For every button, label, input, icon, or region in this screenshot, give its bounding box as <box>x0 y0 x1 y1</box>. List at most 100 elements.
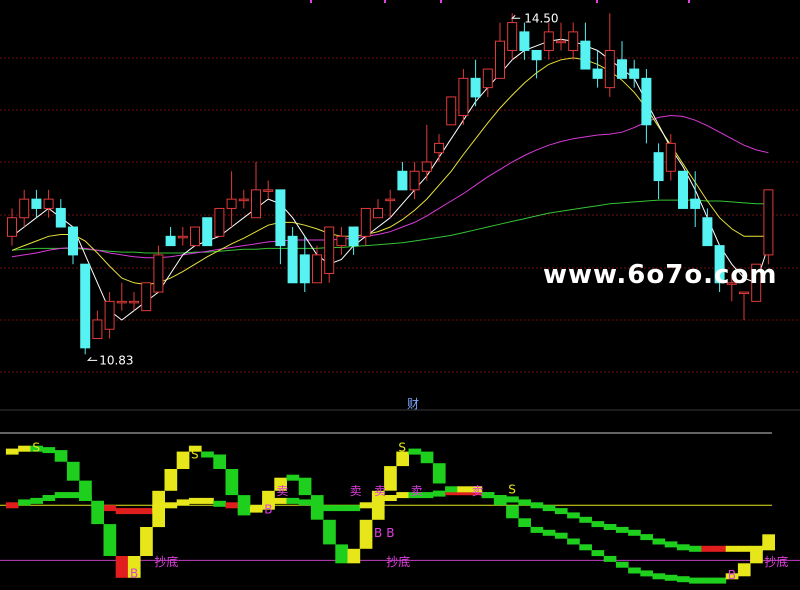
slow-line-block-49 <box>603 524 617 530</box>
candle-body-18 <box>226 198 237 209</box>
candle-body-15 <box>190 226 200 247</box>
candle-body-22 <box>275 189 286 247</box>
candle-body-48 <box>592 68 603 79</box>
slow-line-block-11 <box>140 508 153 515</box>
fast-line-block-36 <box>445 486 458 493</box>
candle-body-60 <box>739 291 749 295</box>
fast-line-block-50 <box>615 561 629 568</box>
top-tick-4 <box>688 0 690 3</box>
fast-line-block-46 <box>567 538 580 545</box>
fast-line-block-51 <box>628 567 641 574</box>
candle-body-57 <box>702 217 713 247</box>
top-tick-2 <box>440 0 442 3</box>
candle-body-8 <box>104 300 115 330</box>
signal-label-10: B <box>374 526 382 540</box>
slow-line-block-57 <box>701 545 714 552</box>
slow-line-block-41 <box>506 496 519 503</box>
candle-body-10 <box>129 300 139 304</box>
price-grid <box>0 57 800 373</box>
fast-line-block-52 <box>640 570 653 577</box>
fast-line-block-6 <box>79 480 92 501</box>
fast-line-block-43 <box>530 526 544 533</box>
candle-body-46 <box>568 31 579 51</box>
candle-body-32 <box>397 170 408 191</box>
candle-body-19 <box>238 198 249 202</box>
slow-line-block-58 <box>713 545 727 552</box>
candle-body-2 <box>31 198 42 209</box>
candle-body-17 <box>214 207 225 237</box>
candle-body-26 <box>324 226 335 274</box>
candle-body-29 <box>360 207 371 237</box>
slow-line-block-2 <box>30 497 43 504</box>
slow-line-block-53 <box>652 538 666 545</box>
slow-line-block-56 <box>689 545 702 552</box>
slow-line-block-18 <box>225 502 239 509</box>
signal-label-1: S <box>191 448 199 462</box>
slow-line-block-15 <box>188 497 202 504</box>
fast-line-block-42 <box>518 518 531 527</box>
slow-line-block-32 <box>396 492 409 499</box>
signal-label-2: S <box>398 440 406 454</box>
fast-line-block-26 <box>323 519 336 545</box>
fast-line-block-55 <box>676 576 690 583</box>
candle-body-53 <box>653 152 664 182</box>
fast-line-block-45 <box>554 532 568 539</box>
fast-line-block-12 <box>152 490 165 528</box>
signal-label-11: B <box>386 526 394 540</box>
slow-line-block-44 <box>542 505 556 512</box>
candle-body-34 <box>421 161 432 172</box>
signal-label-8: 卖 <box>472 484 484 498</box>
fast-line-block-60 <box>737 563 751 577</box>
slow-line-block-52 <box>640 534 653 541</box>
stock-chart-view[interactable]: 14.50 10.83 www.6o7o.com 财 SSSS卖卖卖卖卖BBBB… <box>0 0 800 590</box>
signal-label-13: B <box>728 568 736 582</box>
candle-body-25 <box>312 254 322 284</box>
top-tick-0 <box>310 0 312 3</box>
candle-body-44 <box>543 31 554 51</box>
top-tick-3 <box>596 0 598 3</box>
stock-chart-canvas[interactable]: 14.50 10.83 www.6o7o.com 财 SSSS卖卖卖卖卖BB BB… <box>0 0 800 590</box>
fast-line-block-11 <box>140 527 153 556</box>
slow-line-block-9 <box>115 508 129 515</box>
candle-body-36 <box>446 96 457 126</box>
fast-line-block-13 <box>164 469 178 491</box>
slow-line-block-17 <box>213 500 226 507</box>
candle-body-9 <box>116 300 127 304</box>
fast-line-block-4 <box>54 450 68 462</box>
signal-label-7: 卖 <box>411 484 423 498</box>
candle-body-6 <box>80 263 91 349</box>
signal-label-9: B <box>264 503 272 517</box>
slow-line-block-45 <box>554 508 568 515</box>
fast-line-block-3 <box>42 447 56 454</box>
slow-line-block-48 <box>591 521 605 528</box>
fast-line-block-57 <box>701 577 714 584</box>
candle-body-5 <box>68 226 78 256</box>
fast-line-block-19 <box>237 495 251 516</box>
slow-line-block-51 <box>628 529 641 536</box>
candle-body-4 <box>55 207 66 228</box>
candle-body-1 <box>19 198 30 219</box>
signal-label-5: 卖 <box>350 484 362 498</box>
slow-line-block-26 <box>323 505 336 512</box>
signal-label-6: 卖 <box>374 484 386 498</box>
candle-body-30 <box>373 207 383 219</box>
indicator-panel-title: 财 <box>407 397 419 411</box>
signal-label-14: 抄底 <box>154 554 178 569</box>
candle-body-31 <box>385 198 396 202</box>
slow-line-block-4 <box>54 492 68 499</box>
min-price-pointer <box>86 356 98 361</box>
slow-line-block-55 <box>676 544 690 551</box>
fast-line-block-41 <box>506 505 519 519</box>
fast-line-block-48 <box>591 550 605 557</box>
fast-line-block-44 <box>542 529 556 536</box>
fast-line-block-28 <box>347 548 361 564</box>
candle-body-54 <box>665 142 676 172</box>
slow-line-block-8 <box>103 505 117 512</box>
candle-body-38 <box>470 77 481 98</box>
fast-line-block-16 <box>201 451 214 458</box>
slow-line-block-10 <box>127 508 141 515</box>
candle-body-12 <box>153 254 164 293</box>
fast-line-block-61 <box>750 548 763 564</box>
fast-line-block-62 <box>762 534 775 549</box>
fast-line-block-27 <box>335 544 348 564</box>
